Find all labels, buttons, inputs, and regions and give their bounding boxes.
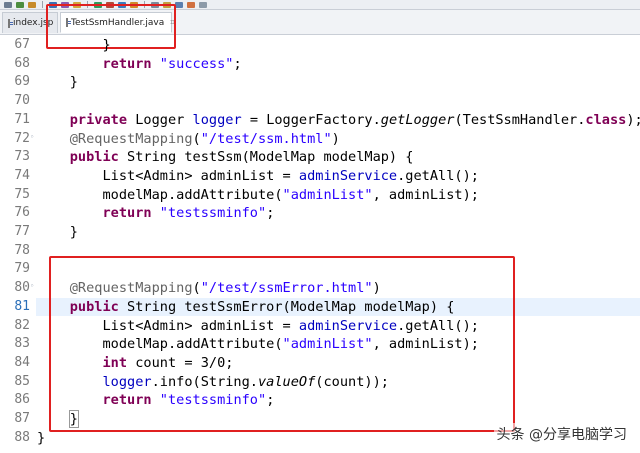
line-number: 82 bbox=[14, 317, 30, 333]
code-token: private bbox=[69, 111, 128, 128]
code-token: ) bbox=[331, 130, 340, 147]
code-token: getLogger bbox=[380, 111, 455, 128]
code-token: List<Admin> adminList = bbox=[37, 167, 299, 184]
fold-icon[interactable]: ◦ bbox=[30, 133, 34, 141]
code-token: ); bbox=[626, 111, 640, 128]
code-token: return bbox=[102, 205, 152, 222]
code-token: String testSsm(ModelMap modelMap) { bbox=[118, 149, 414, 166]
line-number: 72 bbox=[14, 130, 30, 146]
line-number: 69 bbox=[14, 74, 30, 90]
toolbar-icon[interactable] bbox=[28, 1, 36, 8]
line-number: 71 bbox=[14, 111, 30, 127]
code-token: logger bbox=[192, 111, 242, 128]
code-token: ; bbox=[233, 55, 242, 72]
code-token: @RequestMapping bbox=[69, 130, 193, 147]
line-number: 87 bbox=[14, 411, 30, 426]
line-number: 85 bbox=[14, 373, 30, 389]
code-token: "success" bbox=[159, 55, 234, 72]
code-token: ; bbox=[266, 205, 275, 222]
code-token: } bbox=[37, 224, 78, 240]
code-token: return bbox=[102, 55, 152, 72]
line-number: 75 bbox=[14, 186, 30, 202]
code-token: (TestSsmHandler. bbox=[454, 111, 586, 128]
file-icon bbox=[8, 18, 13, 28]
code-token: "adminList" bbox=[282, 186, 373, 203]
code-token: ( bbox=[192, 130, 201, 147]
code-line[interactable]: return "success"; bbox=[37, 55, 242, 74]
line-number: 80 bbox=[14, 280, 30, 296]
code-line[interactable]: modelMap.addAttribute("adminList", admin… bbox=[37, 186, 479, 205]
code-line[interactable]: List<Admin> adminList = adminService.get… bbox=[37, 167, 479, 186]
code-token: class bbox=[585, 111, 627, 128]
code-line[interactable]: } bbox=[37, 429, 45, 448]
line-number: 73 bbox=[14, 149, 30, 165]
line-number: 81 bbox=[14, 298, 30, 314]
code-token: , adminList); bbox=[372, 186, 479, 203]
toolbar-icon[interactable] bbox=[4, 1, 12, 8]
code-token: "/test/ssm.html" bbox=[200, 130, 332, 147]
line-number: 79 bbox=[14, 261, 30, 277]
code-line[interactable]: } bbox=[37, 223, 78, 242]
fold-icon[interactable]: ◦ bbox=[30, 282, 34, 290]
line-number: 76 bbox=[14, 205, 30, 221]
code-line[interactable]: private Logger logger = LoggerFactory.ge… bbox=[37, 111, 640, 130]
toolbar-icon[interactable] bbox=[175, 1, 183, 8]
watermark: 头条 @分享电脑学习 bbox=[493, 423, 630, 445]
line-number-ruler: 67 68 69 70 71 72 ◦ 73 74 75 76 77 78 79 80 ◦ 81 82 83 84 85… bbox=[0, 35, 36, 453]
line-number: 70 bbox=[14, 93, 30, 109]
code-token: "testssminfo" bbox=[159, 205, 267, 222]
code-token: Logger bbox=[127, 111, 193, 128]
code-line[interactable]: @RequestMapping("/test/ssm.html") bbox=[37, 130, 340, 149]
line-number: 77 bbox=[14, 224, 30, 239]
toolbar-separator bbox=[42, 1, 43, 8]
line-number: 74 bbox=[14, 167, 30, 183]
code-token: } bbox=[37, 74, 78, 91]
code-token: = LoggerFactory. bbox=[241, 111, 381, 128]
code-token: } bbox=[37, 37, 111, 53]
line-number: 86 bbox=[14, 392, 30, 408]
code-token: adminService bbox=[298, 167, 398, 184]
code-token: modelMap.addAttribute( bbox=[37, 186, 283, 203]
line-number: 67 bbox=[14, 37, 30, 52]
code-token: public bbox=[69, 149, 119, 166]
code-token: .getAll(); bbox=[397, 167, 479, 184]
line-number: 83 bbox=[14, 336, 30, 352]
line-number: 88 bbox=[14, 429, 30, 445]
code-line[interactable]: } bbox=[37, 36, 111, 55]
toolbar-icon[interactable] bbox=[16, 1, 24, 8]
line-number: 68 bbox=[14, 55, 30, 71]
code-line[interactable]: return "testssminfo"; bbox=[37, 204, 274, 223]
code-line[interactable]: public String testSsm(ModelMap modelMap)… bbox=[37, 148, 414, 167]
highlight-box-method bbox=[49, 256, 515, 432]
code-token: } bbox=[37, 429, 46, 446]
toolbar-icon[interactable] bbox=[199, 1, 207, 8]
code-line[interactable]: } bbox=[37, 73, 78, 92]
toolbar-icon[interactable] bbox=[187, 1, 195, 8]
line-number: 84 bbox=[14, 354, 30, 370]
line-number: 78 bbox=[14, 242, 30, 258]
